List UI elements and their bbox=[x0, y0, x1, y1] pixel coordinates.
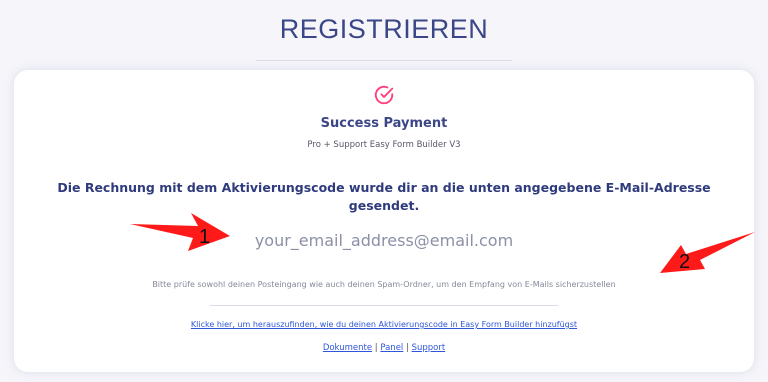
activation-help-link[interactable]: Klicke hier, um herauszufinden, wie du d… bbox=[0, 320, 768, 329]
separator: | bbox=[406, 343, 409, 353]
card-divider bbox=[210, 305, 558, 306]
email-address: your_email_address@email.com bbox=[254, 231, 514, 250]
invoice-message: Die Rechnung mit dem Aktivierungscode wu… bbox=[57, 180, 711, 213]
separator: | bbox=[374, 343, 378, 353]
page-title: REGISTRIEREN bbox=[279, 14, 489, 44]
check-circle-icon bbox=[374, 85, 394, 105]
product-name: Pro + Support Easy Form Builder V3 bbox=[307, 140, 461, 150]
support-link[interactable]: Support bbox=[412, 343, 446, 353]
marker-2: 2 bbox=[679, 251, 691, 273]
spam-hint: Bitte prüfe sowohl deinen Posteingang wi… bbox=[152, 280, 616, 289]
title-divider bbox=[256, 60, 512, 61]
documents-link[interactable]: Dokumente bbox=[323, 343, 372, 353]
success-heading: Success Payment bbox=[320, 116, 448, 131]
footer-links: Dokumente | Panel | Support bbox=[0, 343, 768, 353]
panel-link[interactable]: Panel bbox=[380, 343, 403, 353]
marker-1: 1 bbox=[199, 226, 211, 248]
